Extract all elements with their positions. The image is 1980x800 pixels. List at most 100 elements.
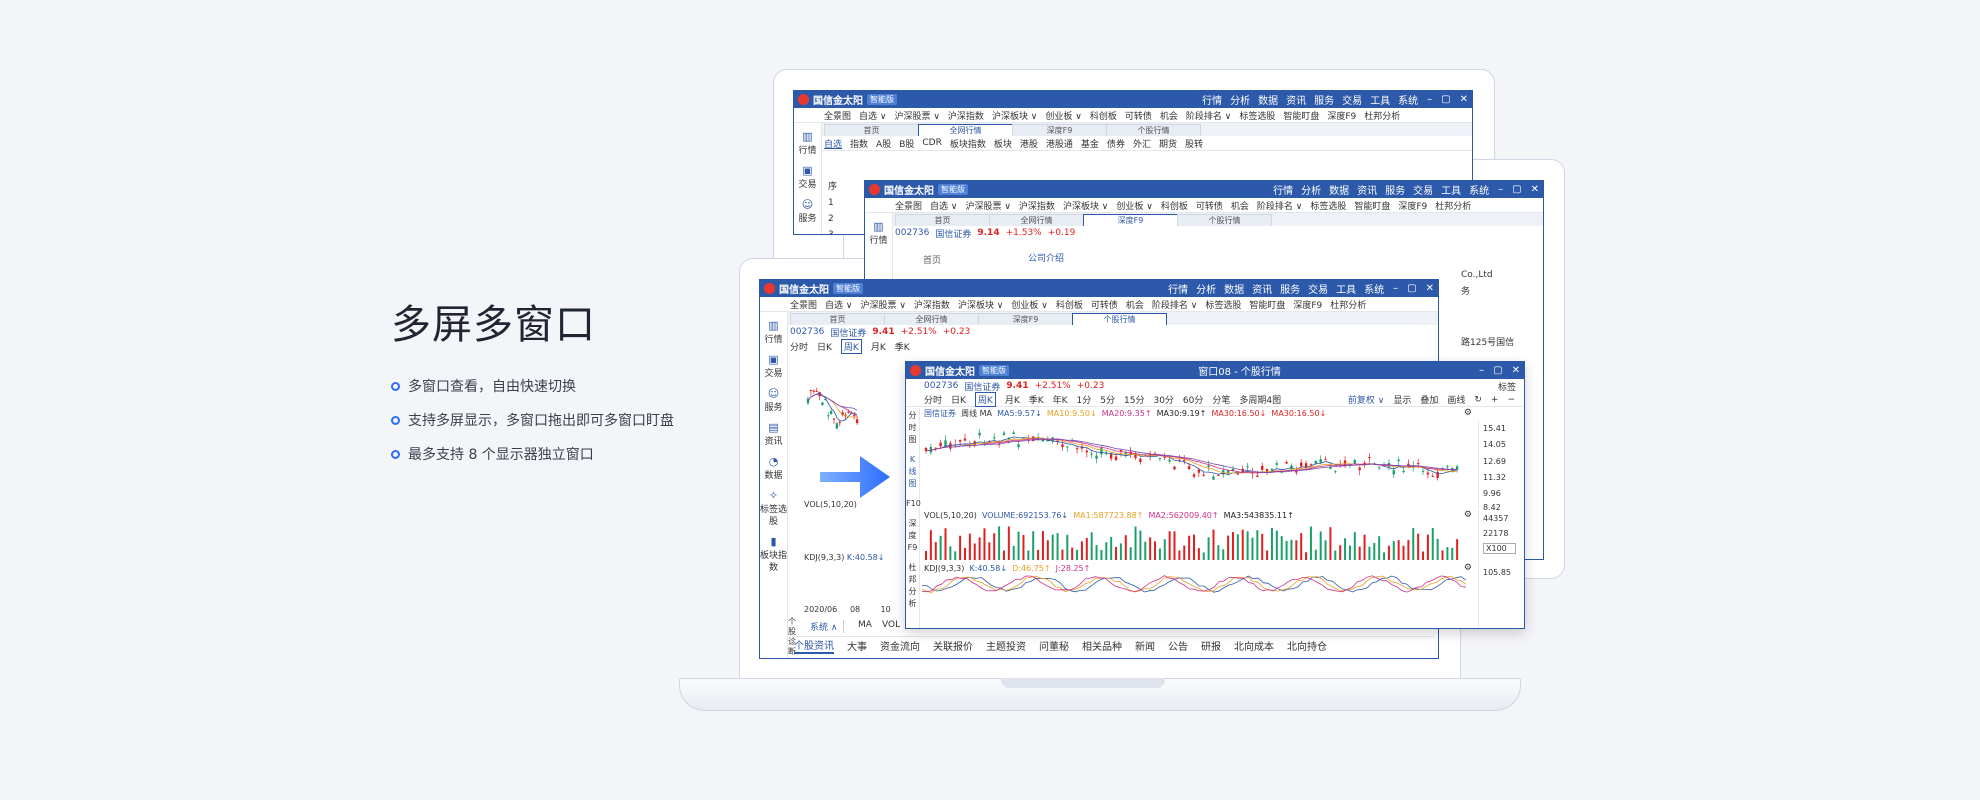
menu-news[interactable]: 资讯: [1286, 96, 1306, 107]
toolbar-star[interactable]: 科创板: [1090, 109, 1117, 122]
toolbar-smartwatch[interactable]: 智能盯盘: [1354, 199, 1390, 212]
adjust-dropdown[interactable]: 前复权 ∨: [1348, 393, 1384, 406]
market-tab-watch[interactable]: 自选: [824, 137, 842, 150]
menu-system[interactable]: 系统: [1469, 186, 1489, 197]
bottom-tab[interactable]: 问董秘: [1039, 638, 1069, 653]
period-item[interactable]: 年K: [1053, 393, 1068, 406]
toolbar-stocks[interactable]: 沪深股票 ∨: [860, 298, 905, 311]
toolbar-chance[interactable]: 机会: [1160, 109, 1178, 122]
menu-service[interactable]: 服务: [1314, 96, 1334, 107]
menu-tools[interactable]: 工具: [1441, 186, 1461, 197]
close-icon[interactable]: ✕: [1460, 94, 1468, 105]
tab-market[interactable]: 全网行情: [989, 214, 1084, 226]
toolbar-dupont[interactable]: 杜邦分析: [1364, 109, 1400, 122]
settings-icon[interactable]: ⚙: [1464, 563, 1472, 573]
market-tab[interactable]: 港股: [1020, 137, 1038, 150]
window-titlebar[interactable]: 国信金太阳 智能版 行情 分析 数据 资讯 服务 交易 工具 系统 – ▢ ✕: [794, 91, 1472, 108]
tab-stock[interactable]: 个股行情: [1177, 214, 1272, 226]
bottom-tab[interactable]: 北向成本: [1234, 638, 1274, 653]
side-nav-data[interactable]: ◔ 数据: [760, 456, 787, 482]
menu-data[interactable]: 数据: [1258, 96, 1278, 107]
period-item[interactable]: 季K: [1029, 393, 1044, 406]
menu-analysis[interactable]: 分析: [1301, 186, 1321, 197]
menu-market[interactable]: 行情: [1168, 285, 1188, 296]
toolbar-f9[interactable]: 深度F9: [1293, 298, 1322, 311]
menu-service[interactable]: 服务: [1385, 186, 1405, 197]
stock-code[interactable]: 002736: [790, 327, 824, 337]
market-tab[interactable]: 板块: [994, 137, 1012, 150]
tab-f9[interactable]: 深度F9: [1083, 214, 1178, 226]
period-item[interactable]: 多周期4图: [1239, 393, 1281, 406]
market-tab[interactable]: 股转: [1185, 137, 1203, 150]
tab-market[interactable]: 全网行情: [918, 124, 1013, 136]
period-item-selected[interactable]: 周K: [974, 392, 996, 407]
menu-market[interactable]: 行情: [1273, 186, 1293, 197]
side-nav-market[interactable]: ▥ 行情: [865, 221, 892, 247]
toolbar-smartwatch[interactable]: 智能盯盘: [1249, 298, 1285, 311]
period-item[interactable]: 分时: [790, 340, 808, 353]
toolbar-convertible[interactable]: 可转债: [1091, 298, 1118, 311]
tab-stock[interactable]: 个股行情: [1072, 313, 1167, 325]
market-tab[interactable]: 债券: [1107, 137, 1125, 150]
menu-trade[interactable]: 交易: [1308, 285, 1328, 296]
menu-data[interactable]: 数据: [1329, 186, 1349, 197]
tab-stock[interactable]: 个股行情: [1106, 124, 1201, 136]
market-tab[interactable]: CDR: [922, 138, 941, 148]
settings-icon[interactable]: ⚙: [1464, 510, 1472, 520]
toolbar-gem[interactable]: 创业板 ∨: [1011, 298, 1047, 311]
toolbar-panorama[interactable]: 全景图: [790, 298, 817, 311]
menu-trade[interactable]: 交易: [1342, 96, 1362, 107]
period-item[interactable]: 30分: [1153, 393, 1173, 406]
toolbar-index[interactable]: 沪深指数: [914, 298, 950, 311]
zoom-out-icon[interactable]: −: [1507, 395, 1515, 405]
stock-name[interactable]: 国信证券: [935, 227, 971, 240]
menu-system[interactable]: 系统: [1364, 285, 1384, 296]
toolbar-tagpick[interactable]: 标签选股: [1205, 298, 1241, 311]
refresh-icon[interactable]: ↻: [1474, 395, 1482, 405]
toolbar-sectors[interactable]: 沪深板块 ∨: [958, 298, 1003, 311]
period-item[interactable]: 季K: [895, 340, 910, 353]
toolbar-chance[interactable]: 机会: [1126, 298, 1144, 311]
side-nav-market[interactable]: ▥ 行情: [794, 131, 821, 157]
toolbar-tagpick[interactable]: 标签选股: [1239, 109, 1275, 122]
window-titlebar[interactable]: 国信金太阳 智能版 窗口08 - 个股行情 – ▢ ✕: [906, 362, 1524, 379]
toolbar-panorama[interactable]: 全景图: [824, 109, 851, 122]
period-item[interactable]: 日K: [817, 340, 832, 353]
period-item-selected[interactable]: 周K: [840, 338, 862, 354]
period-item[interactable]: 5分: [1100, 393, 1115, 406]
company-info-label[interactable]: 公司介绍: [1028, 251, 1064, 264]
side-f10[interactable]: F10: [906, 498, 921, 510]
menu-analysis[interactable]: 分析: [1230, 96, 1250, 107]
toolbar-ranking[interactable]: 阶段排名 ∨: [1186, 109, 1231, 122]
floating-chart-window[interactable]: 国信金太阳 智能版 窗口08 - 个股行情 – ▢ ✕ 002736 国信证券 …: [905, 361, 1525, 629]
tag-button[interactable]: 标签: [1498, 380, 1516, 393]
toolbar-tagpick[interactable]: 标签选股: [1310, 199, 1346, 212]
bottom-tab[interactable]: 研报: [1201, 638, 1221, 653]
tab-home[interactable]: 首页: [824, 124, 919, 136]
side-nav-news[interactable]: ▤ 资讯: [760, 422, 787, 448]
toolbar-stocks[interactable]: 沪深股票 ∨: [965, 199, 1010, 212]
close-icon[interactable]: ✕: [1426, 283, 1434, 294]
settings-icon[interactable]: ⚙: [1464, 408, 1472, 418]
stock-code[interactable]: 002736: [895, 228, 929, 238]
bottom-tab[interactable]: 大事: [847, 638, 867, 653]
toolbar-convertible[interactable]: 可转债: [1196, 199, 1223, 212]
toolbar-ranking[interactable]: 阶段排名 ∨: [1152, 298, 1197, 311]
vol-toggle[interactable]: VOL: [882, 620, 900, 630]
toolbar-f9[interactable]: 深度F9: [1327, 109, 1356, 122]
market-tab[interactable]: 外汇: [1133, 137, 1151, 150]
side-kline[interactable]: K线图: [906, 454, 919, 490]
toolbar-gem[interactable]: 创业板 ∨: [1045, 109, 1081, 122]
toolbar-smartwatch[interactable]: 智能盯盘: [1283, 109, 1319, 122]
menu-tools[interactable]: 工具: [1336, 285, 1356, 296]
menu-system[interactable]: 系统: [1398, 96, 1418, 107]
menu-market[interactable]: 行情: [1202, 96, 1222, 107]
draw-button[interactable]: 画线: [1447, 393, 1465, 406]
period-item[interactable]: 月K: [871, 340, 886, 353]
menu-data[interactable]: 数据: [1224, 285, 1244, 296]
maximize-icon[interactable]: ▢: [1407, 283, 1416, 294]
toolbar-index[interactable]: 沪深指数: [1019, 199, 1055, 212]
toolbar-watchlist[interactable]: 自选 ∨: [930, 199, 957, 212]
side-nav-service[interactable]: ☺ 服务: [794, 199, 821, 225]
tab-f9[interactable]: 深度F9: [1012, 124, 1107, 136]
